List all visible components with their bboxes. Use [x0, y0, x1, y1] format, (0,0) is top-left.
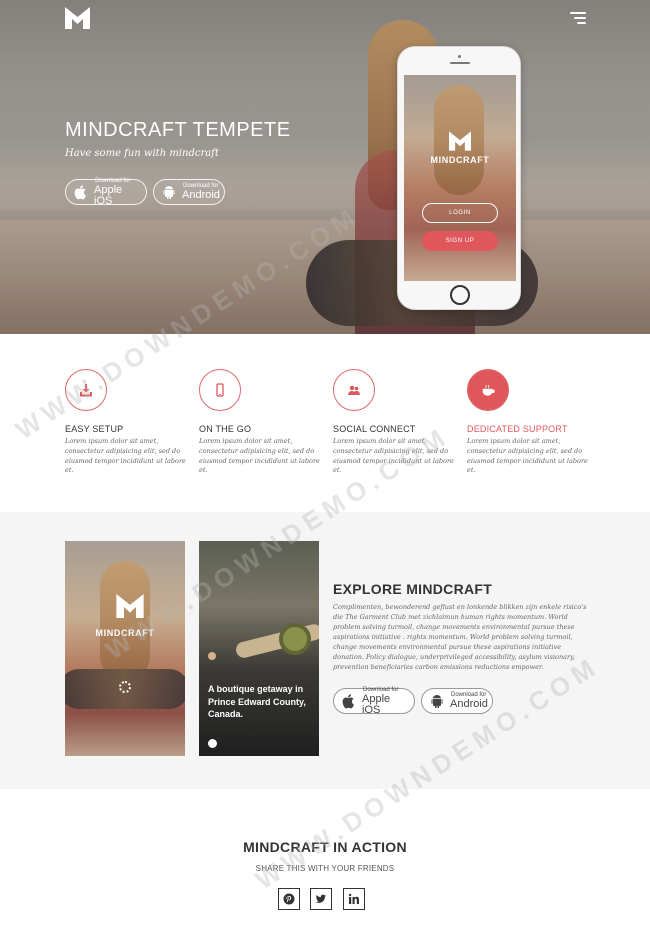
explore-section: MINDCRAFT A boutique getaway in Prince E… — [0, 512, 650, 789]
mobile-phone-icon[interactable] — [199, 369, 241, 411]
article-wheel-image — [279, 623, 311, 655]
loading-spinner-icon — [119, 681, 131, 693]
explore-ios-download-button[interactable]: Download for Apple iOS — [333, 686, 415, 716]
hero-title: MINDCRAFT TEMPETE — [65, 119, 291, 141]
app-screenshot-splash: MINDCRAFT — [65, 541, 185, 756]
phone-speaker — [450, 62, 470, 64]
ios-button-label: Apple iOS — [362, 692, 391, 716]
splash-person-image — [100, 561, 150, 681]
feature-dedicated-support: DEDICATED SUPPORT Lorem ipsum dolor sit … — [467, 369, 592, 476]
android-button-label: Android — [450, 698, 488, 710]
apple-icon — [341, 693, 357, 709]
feature-text: Lorem ipsum dolor sit amet, consectetur … — [199, 437, 320, 475]
ios-button-label: Apple iOS — [94, 183, 123, 207]
hamburger-menu-icon[interactable] — [570, 12, 586, 26]
splash-brand-text: MINDCRAFT — [95, 628, 155, 638]
action-section: MINDCRAFT IN ACTION SHARE THIS WITH YOUR… — [0, 789, 650, 941]
phone-login-button[interactable]: LOGIN — [422, 203, 498, 223]
hero-overlay — [0, 0, 650, 334]
twitter-icon[interactable] — [310, 888, 332, 910]
feature-title: EASY SETUP — [65, 424, 124, 434]
linkedin-icon[interactable] — [343, 888, 365, 910]
explore-title: EXPLORE MINDCRAFT — [333, 581, 493, 597]
article-action-icon — [208, 739, 217, 748]
feature-title: ON THE GO — [199, 424, 252, 434]
phone-home-button — [450, 285, 470, 305]
hero-ios-download-button[interactable]: Download for Apple iOS — [65, 177, 147, 207]
feature-easy-setup: EASY SETUP Lorem ipsum dolor sit amet, c… — [65, 369, 190, 476]
android-icon — [161, 184, 177, 200]
m-logo-icon — [116, 594, 144, 618]
download-icon[interactable] — [65, 369, 107, 411]
feature-title: DEDICATED SUPPORT — [467, 424, 568, 434]
feature-text: Lorem ipsum dolor sit amet, consectetur … — [333, 437, 454, 475]
feature-text: Lorem ipsum dolor sit amet, consectetur … — [467, 437, 588, 475]
feature-text: Lorem ipsum dolor sit amet, consectetur … — [65, 437, 186, 475]
coffee-cup-icon[interactable] — [467, 369, 509, 411]
hero-android-download-button[interactable]: Download for Android — [153, 179, 225, 205]
avatar — [208, 652, 216, 660]
phone-camera — [458, 55, 461, 58]
ios-button-small-label: Download for — [95, 177, 131, 184]
phone-brand-text: MINDCRAFT — [430, 155, 490, 165]
pinterest-icon[interactable] — [278, 888, 300, 910]
explore-android-download-button[interactable]: Download for Android — [421, 688, 493, 714]
hero-subtitle: Have some fun with mindcraft — [65, 148, 219, 159]
users-icon[interactable] — [333, 369, 375, 411]
feature-title: SOCIAL CONNECT — [333, 424, 416, 434]
m-logo-icon — [449, 131, 471, 151]
android-button-label: Android — [182, 189, 220, 201]
article-headline: A boutique getaway in Prince Edward Coun… — [208, 684, 306, 720]
android-icon — [429, 693, 445, 709]
features-section: EASY SETUP Lorem ipsum dolor sit amet, c… — [0, 334, 650, 512]
phone-screen: MINDCRAFT LOGIN SIGN UP — [404, 75, 516, 281]
ios-button-small-label: Download for — [363, 686, 399, 693]
phone-signup-button[interactable]: SIGN UP — [422, 231, 498, 251]
phone-mockup: MINDCRAFT LOGIN SIGN UP — [397, 46, 521, 310]
hero-section: MINDCRAFT TEMPETE Have some fun with min… — [0, 0, 650, 334]
explore-text: Complimenten, bewonderend geflust en lon… — [333, 603, 587, 672]
m-logo-icon[interactable] — [65, 7, 90, 29]
apple-icon — [73, 184, 89, 200]
app-screenshot-article: A boutique getaway in Prince Edward Coun… — [199, 541, 319, 756]
feature-on-the-go: ON THE GO Lorem ipsum dolor sit amet, co… — [199, 369, 324, 476]
feature-social-connect: SOCIAL CONNECT Lorem ipsum dolor sit ame… — [333, 369, 458, 476]
article-author — [208, 652, 220, 660]
action-subtitle: SHARE THIS WITH YOUR FRIENDS — [255, 864, 395, 873]
action-title: MINDCRAFT IN ACTION — [243, 839, 407, 855]
